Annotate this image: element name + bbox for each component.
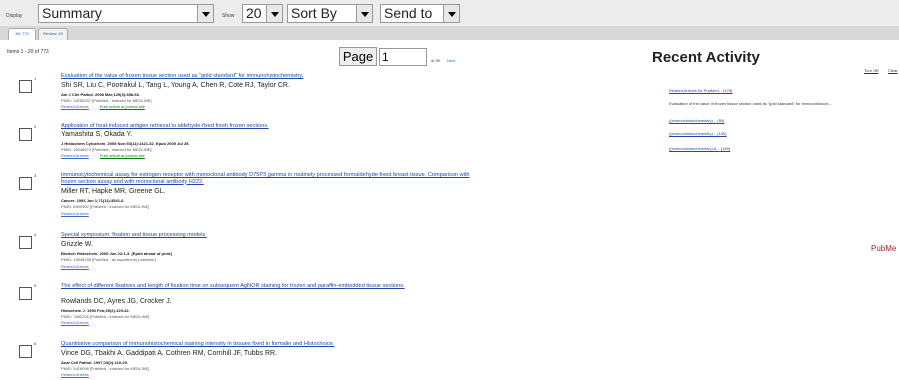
related-articles-link[interactable]: Related Articles	[61, 372, 89, 377]
clear-link[interactable]: Clear	[888, 68, 898, 73]
result-number: 6	[34, 341, 37, 346]
recent-activity-item-count: (50)	[717, 118, 725, 123]
result-title-link[interactable]: Quantitative comparison of immunohistoch…	[61, 341, 481, 348]
result-pmid: PMID: 16046672 [PubMed - indexed for MED…	[61, 147, 152, 152]
display-label: Display	[6, 13, 23, 19]
result-links: Related Articles	[61, 264, 89, 269]
result-authors: Grizzle W.	[61, 241, 93, 248]
result-links: Related Articles	[61, 211, 89, 216]
result-authors: Shi SR, Liu C, Pootrakul L, Tang L, Youn…	[61, 82, 290, 89]
result-number: 3	[34, 173, 37, 178]
turn-off-link[interactable]: Turn Off	[864, 68, 878, 73]
page-number-input[interactable]: 1	[379, 48, 427, 66]
result-checkbox[interactable]	[19, 287, 32, 300]
show-label: Show	[222, 13, 235, 19]
recent-activity-item[interactable]: ((immunohistochemistry)... (140)	[669, 131, 727, 136]
sort-select-value: Sort By	[291, 5, 337, 21]
result-title-link[interactable]: Special symposium: fixation and tissue p…	[61, 232, 481, 239]
result-journal: Histochem J. 1993 Feb;25(2):129-32.	[61, 308, 130, 313]
tab-all[interactable]: All: 773	[8, 28, 36, 40]
result-pmid: PMID: 8490902 [PubMed - indexed for MEDL…	[61, 204, 150, 209]
result-links: Related Articles	[61, 320, 89, 325]
next-page-link[interactable]: Next	[447, 58, 455, 63]
send-to-select-value: Send to	[384, 5, 433, 21]
result-authors: Yamashita S, Okada Y.	[61, 131, 133, 138]
recent-activity-item-count: (140)	[717, 131, 727, 136]
send-to-select[interactable]: Send to	[380, 4, 460, 23]
page-button[interactable]: Page	[339, 47, 377, 66]
recent-activity-title: Recent Activity	[652, 49, 760, 66]
result-checkbox[interactable]	[19, 236, 32, 249]
result-checkbox[interactable]	[19, 128, 32, 141]
result-authors: Vince DG, Tbakhi A, Gaddipati A, Cothren…	[61, 350, 278, 357]
toolbar: Display Summary Show 20 Sort By Send to	[0, 0, 899, 26]
recent-activity-item-label[interactable]: Related Articles for PubMed...	[669, 88, 722, 93]
result-authors: Miller RT, Hapke MR, Greene GL.	[61, 188, 166, 195]
result-authors: Rowlands DC, Ayres JG, Crocker J.	[61, 298, 172, 305]
related-articles-link[interactable]: Related Articles	[61, 320, 89, 325]
related-articles-link[interactable]: Related Articles	[61, 104, 89, 109]
result-title-link[interactable]: The effect of different fixatives and le…	[61, 283, 471, 290]
result-journal: Am J Clin Pathol. 2008 Mar;129(3):358-66…	[61, 92, 140, 97]
page-total: of 39	[431, 58, 440, 63]
recent-activity-item-label[interactable]: ((immunohistochemistry) A...	[669, 146, 720, 151]
chevron-down-icon	[356, 5, 372, 22]
result-links: Related Articles Free article at journal…	[61, 153, 145, 158]
recent-activity-item[interactable]: ((immunohistochemistry) A... (149)	[669, 146, 730, 151]
result-title-link[interactable]: Immunocytochemical assay for estrogen re…	[61, 172, 486, 185]
result-title-link[interactable]: Evaluation of the value of frozen tissue…	[61, 73, 481, 80]
result-number: 1	[34, 76, 37, 81]
sort-select[interactable]: Sort By	[287, 4, 373, 23]
recent-activity-item[interactable]: ((immunohistochemistry)... (50)	[669, 118, 724, 123]
chevron-down-icon	[443, 5, 459, 22]
result-number: 2	[34, 124, 37, 129]
result-pmid: PMID: 7682206 [PubMed - indexed for MEDL…	[61, 314, 150, 319]
format-select[interactable]: Summary	[38, 4, 214, 23]
chevron-down-icon	[266, 5, 282, 22]
result-journal: J Histochem Cytochem. 2005 Nov;53(11):14…	[61, 141, 190, 146]
result-pmid: PMID: 18285257 [PubMed - indexed for MED…	[61, 98, 152, 103]
result-journal: Biotech Histochem. 2009 Jun 22:1-3. [Epu…	[61, 251, 172, 256]
per-page-select[interactable]: 20	[242, 4, 283, 23]
result-title-link[interactable]: Application of heat-induced antigen retr…	[61, 123, 481, 130]
recent-activity-item[interactable]: Evaluation of the value of frozen tissue…	[669, 101, 832, 106]
items-count: Items 1 - 20 of 773	[7, 49, 49, 55]
result-checkbox[interactable]	[19, 80, 32, 93]
per-page-select-value: 20	[246, 5, 262, 21]
related-articles-link[interactable]: Related Articles	[61, 153, 89, 158]
result-journal: Cancer. 1993 Jun 1;71(11):3541-6.	[61, 198, 125, 203]
result-checkbox[interactable]	[19, 345, 32, 358]
result-links: Related Articles	[61, 372, 89, 377]
tab-review[interactable]: Review: 45	[38, 28, 68, 40]
result-pmid: PMID: 9416096 [PubMed - indexed for MEDL…	[61, 366, 150, 371]
format-select-value: Summary	[42, 5, 102, 21]
recent-activity-item-count: (175)	[723, 88, 733, 93]
result-journal: Anal Cell Pathol. 1997;15(2):119-29.	[61, 360, 128, 365]
recent-activity-item-label[interactable]: ((immunohistochemistry)...	[669, 131, 716, 136]
pubmed-brand-text: PubMe	[871, 244, 897, 253]
result-pmid: PMID: 19548155 [PubMed - as supplied by …	[61, 257, 156, 262]
recent-activity-item-label[interactable]: ((immunohistochemistry)...	[669, 118, 716, 123]
related-articles-link[interactable]: Related Articles	[61, 264, 89, 269]
result-number: 5	[34, 283, 37, 288]
free-article-link[interactable]: Free article at journal site	[100, 104, 145, 109]
related-articles-link[interactable]: Related Articles	[61, 211, 89, 216]
free-article-link[interactable]: Free article at journal site	[100, 153, 145, 158]
result-checkbox[interactable]	[19, 177, 32, 190]
chevron-down-icon	[197, 5, 213, 22]
recent-activity-item-count: (149)	[720, 146, 731, 151]
result-number: 4	[34, 232, 37, 237]
recent-activity-item[interactable]: Related Articles for PubMed... (175)	[669, 88, 732, 93]
result-links: Related Articles Free article at journal…	[61, 104, 145, 109]
tab-bar: All: 773 Review: 45	[0, 26, 899, 40]
